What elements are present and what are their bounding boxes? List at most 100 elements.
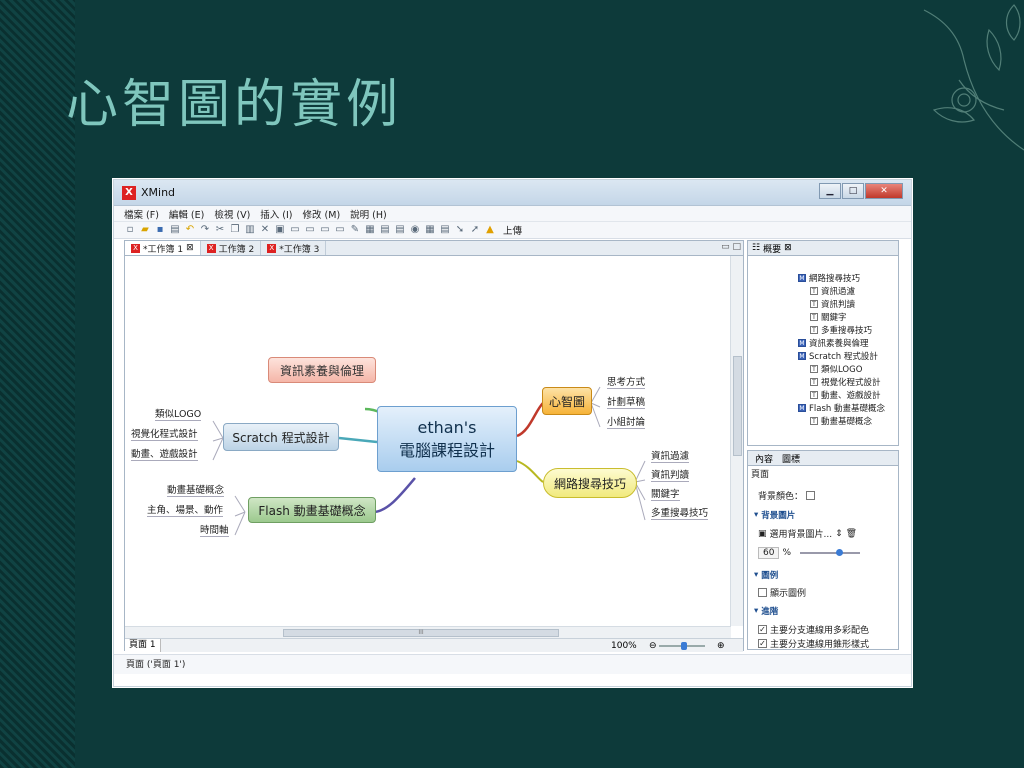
outline-item[interactable]: M 資訊素養與倫理 — [798, 337, 869, 349]
trash-icon[interactable]: 🗑 — [846, 529, 857, 539]
paste-icon[interactable]: ▥ — [244, 224, 256, 236]
branch-search[interactable]: 網路搜尋技巧 — [543, 468, 637, 498]
outline-item[interactable]: T 多重搜尋技巧 — [810, 324, 872, 336]
subtopic-scene[interactable]: 主角、場景、動作 — [147, 502, 224, 517]
tab-workbook-2[interactable]: X 工作簿 2 — [201, 241, 262, 255]
minimize-button[interactable]: ▁ — [819, 183, 841, 199]
cut-icon[interactable]: ✂ — [214, 224, 226, 236]
vertical-scrollbar[interactable] — [730, 256, 743, 626]
delete-icon[interactable]: ✕ — [259, 224, 271, 236]
menu-edit[interactable]: 編輯 (E) — [169, 207, 204, 221]
subtopic-animation[interactable]: 動畫、遊戲設計 — [131, 446, 198, 461]
upload-button[interactable]: 上傳 — [503, 223, 522, 237]
panel-close-icon[interactable]: ⊠ — [784, 243, 792, 253]
zoom-out-icon[interactable]: ⊖ — [649, 641, 657, 651]
new-icon[interactable]: ▫ — [124, 224, 136, 236]
show-legend-row[interactable]: 顯示圖例 — [758, 586, 806, 599]
subtopic-visual[interactable]: 視覺化程式設計 — [131, 426, 198, 441]
multicolor-checkbox[interactable]: ✓ — [758, 625, 767, 634]
subtopic-judge[interactable]: 資訊判讀 — [651, 467, 690, 482]
callout-icon[interactable]: ▭ — [319, 224, 331, 236]
horizontal-scrollbar[interactable]: III — [125, 626, 731, 638]
branch-literacy[interactable]: 資訊素養與倫理 — [268, 357, 376, 383]
menu-modify[interactable]: 修改 (M) — [303, 207, 341, 221]
save-icon[interactable]: ▪ — [154, 224, 166, 236]
outline-item[interactable]: M Scratch 程式設計 — [798, 350, 878, 362]
scroll-thumb[interactable] — [733, 356, 742, 456]
outline-item[interactable]: T 資訊過濾 — [810, 285, 855, 297]
show-legend-checkbox[interactable] — [758, 588, 767, 597]
undo-icon[interactable]: ↶ — [184, 224, 196, 236]
subtopic-filter[interactable]: 資訊過濾 — [651, 448, 690, 463]
tab-close-icon[interactable]: ⊠ — [186, 243, 194, 253]
maximize-button[interactable]: □ — [842, 183, 864, 199]
menu-view[interactable]: 檢視 (V) — [214, 207, 250, 221]
opacity-slider[interactable] — [800, 549, 861, 556]
zoom-in-icon[interactable]: ⊕ — [717, 641, 725, 651]
image-icon[interactable]: ▤ — [394, 224, 406, 236]
scroll-thumb[interactable]: III — [283, 629, 559, 637]
stepper-icon[interactable]: ⇕ — [835, 529, 843, 539]
choose-bg-image[interactable]: 選用背景圖片... — [770, 527, 833, 540]
drill-up-icon[interactable]: ➚ — [469, 224, 481, 236]
central-topic[interactable]: ethan's 電腦課程設計 — [377, 406, 517, 472]
subtopic-thinking[interactable]: 思考方式 — [607, 374, 646, 389]
copy-icon[interactable]: ❐ — [229, 224, 241, 236]
summary-icon[interactable]: ▦ — [364, 224, 376, 236]
drill-down-icon[interactable]: ➘ — [454, 224, 466, 236]
menu-insert[interactable]: 插入 (I) — [260, 207, 292, 221]
option-tapered-row[interactable]: ✓ 主要分支連線用錐形樣式 — [758, 637, 869, 650]
outline-item[interactable]: M Flash 動畫基礎概念 — [798, 402, 885, 414]
choose-bg-image-row[interactable]: ▣ 選用背景圖片... ⇕ 🗑 — [758, 527, 857, 541]
legend-section[interactable]: ▾ 圖例 — [754, 569, 778, 581]
editor-minmax-icon[interactable]: ▭ □ — [721, 242, 741, 252]
subtopic-multi-search[interactable]: 多重搜尋技巧 — [651, 505, 709, 520]
tab-workbook-1[interactable]: X *工作簿 1 ⊠ — [125, 241, 201, 255]
subtopic-logo[interactable]: 類似LOGO — [155, 406, 202, 421]
redo-icon[interactable]: ↷ — [199, 224, 211, 236]
branch-mindmap[interactable]: 心智圖 — [542, 387, 592, 415]
tab-content[interactable]: 內容 — [752, 452, 776, 465]
outline-item[interactable]: T 動畫、遊戲設計 — [810, 389, 881, 401]
zoom-slider-knob[interactable] — [681, 642, 687, 650]
bg-color-swatch[interactable] — [806, 491, 816, 500]
branch-flash[interactable]: Flash 動畫基礎概念 — [248, 497, 376, 523]
outline-item-label: 資訊素養與倫理 — [809, 339, 869, 349]
close-button[interactable]: ✕ — [865, 183, 903, 199]
outline-item[interactable]: T 視覺化程式設計 — [810, 376, 881, 388]
hyperlink-icon[interactable]: ▦ — [424, 224, 436, 236]
bg-image-section[interactable]: ▾ 背景圖片 — [754, 509, 795, 521]
print-icon[interactable]: ▤ — [169, 224, 181, 236]
outline-item[interactable]: T 動畫基礎概念 — [810, 415, 872, 427]
page-tab[interactable]: 頁面 1 — [125, 639, 161, 652]
subtopic-icon[interactable]: ▭ — [289, 224, 301, 236]
outline-item[interactable]: T 關鍵字 — [810, 311, 847, 323]
subtopic-keyword[interactable]: 關鍵字 — [651, 486, 680, 501]
subtopic-draft[interactable]: 計劃草稿 — [607, 394, 646, 409]
boundary-icon[interactable]: ✎ — [349, 224, 361, 236]
subtopic-anim-basics[interactable]: 動畫基礎概念 — [167, 482, 225, 497]
relationship-icon[interactable]: ▭ — [334, 224, 346, 236]
outline-item[interactable]: T 資訊判讀 — [810, 298, 855, 310]
attachment-icon[interactable]: ▤ — [439, 224, 451, 236]
tab-icons[interactable]: 圖標 — [779, 452, 803, 465]
outline-item[interactable]: T 類似LOGO — [810, 363, 862, 375]
advanced-section[interactable]: ▾ 進階 — [754, 605, 778, 617]
open-icon[interactable]: ▰ — [139, 224, 151, 236]
topic-icon[interactable]: ▣ — [274, 224, 286, 236]
floating-icon[interactable]: ▭ — [304, 224, 316, 236]
outline-item[interactable]: M 網路搜尋技巧 — [798, 272, 860, 284]
note-icon[interactable]: ◉ — [409, 224, 421, 236]
opacity-input[interactable]: 60 — [758, 547, 780, 559]
menu-help[interactable]: 說明 (H) — [350, 207, 387, 221]
upload-icon[interactable]: ▲ — [484, 224, 496, 236]
tab-workbook-3[interactable]: X *工作簿 3 — [261, 241, 327, 255]
option-multicolor-row[interactable]: ✓ 主要分支連線用多彩配色 — [758, 623, 869, 636]
subtopic-group[interactable]: 小組討論 — [607, 414, 646, 429]
tapered-checkbox[interactable]: ✓ — [758, 639, 767, 648]
marker-icon[interactable]: ▤ — [379, 224, 391, 236]
subtopic-timeline[interactable]: 時間軸 — [200, 522, 229, 537]
menu-file[interactable]: 檔案 (F) — [124, 207, 159, 221]
mindmap-canvas[interactable]: ethan's 電腦課程設計 資訊素養與倫理 Scratch 程式設計 Flas… — [125, 256, 731, 626]
branch-scratch[interactable]: Scratch 程式設計 — [223, 423, 339, 451]
